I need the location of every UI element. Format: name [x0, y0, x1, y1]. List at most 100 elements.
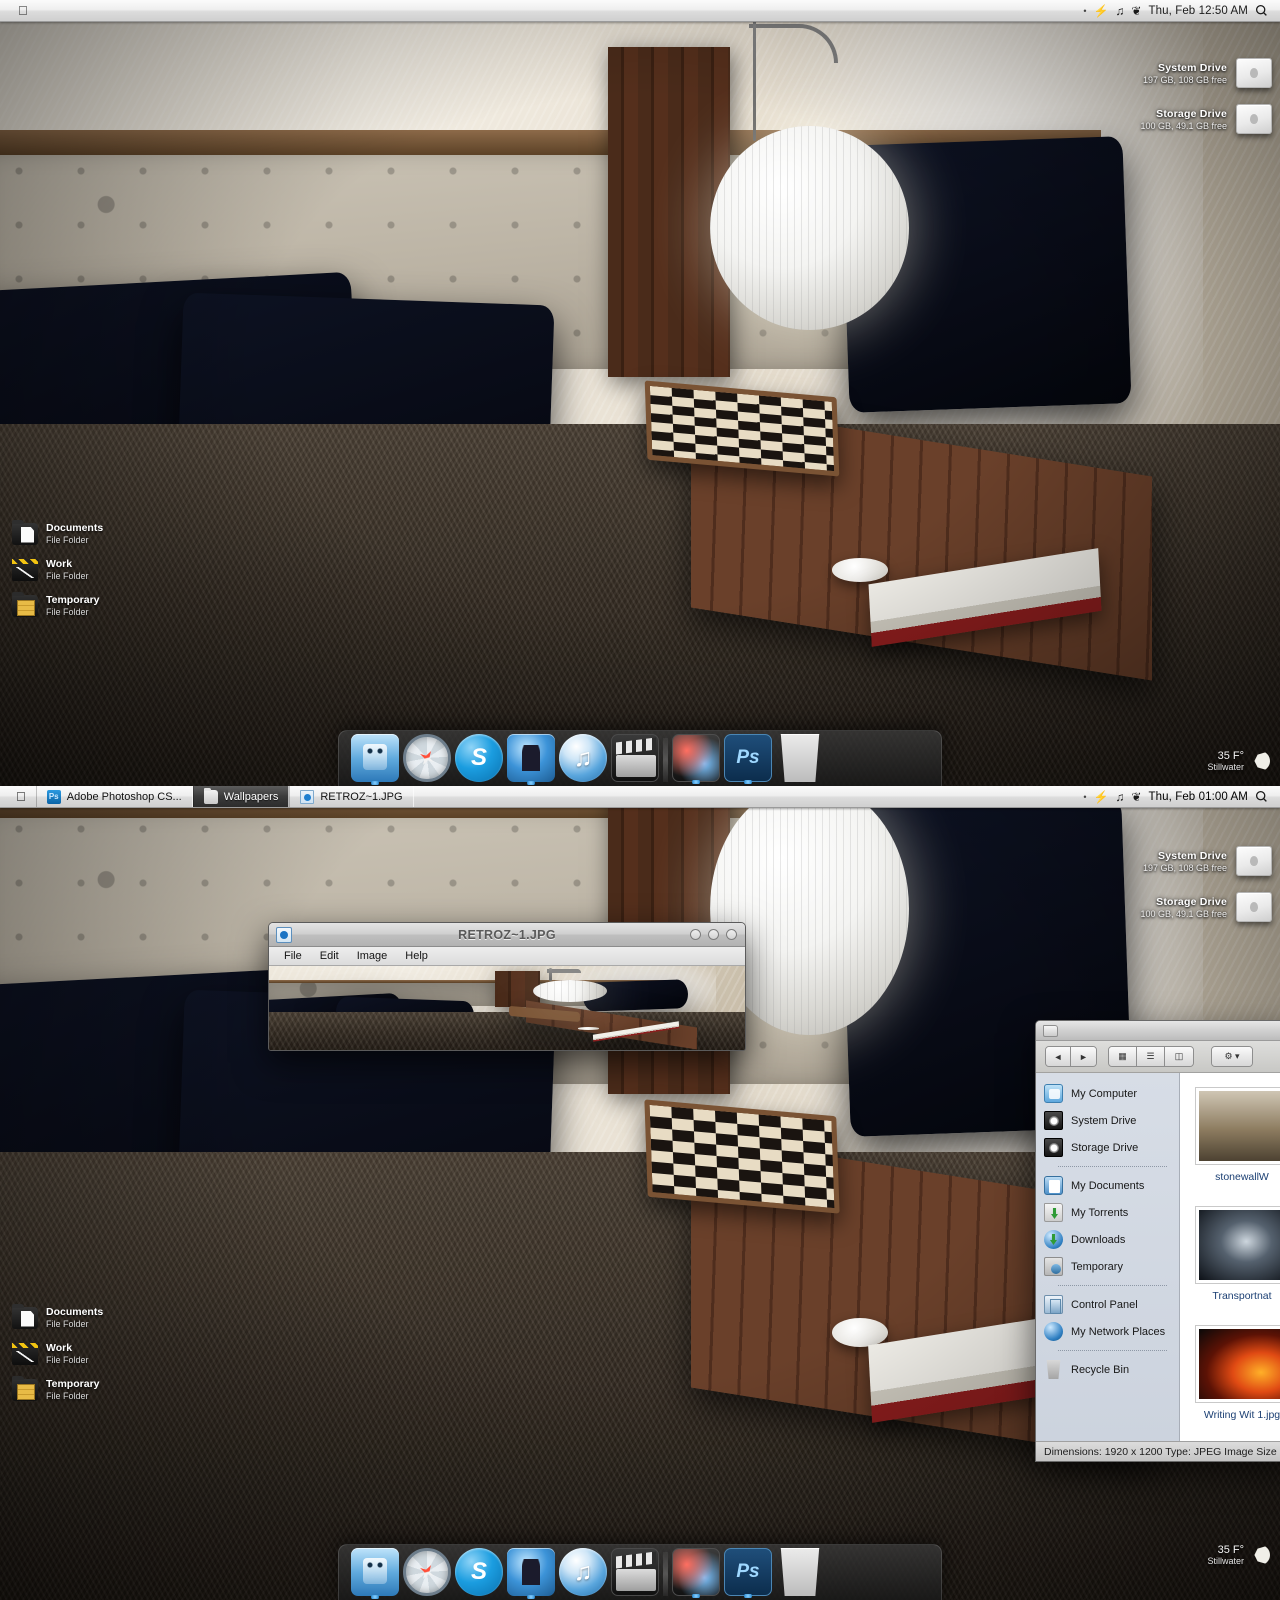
spotlight-icon[interactable]: [1255, 790, 1268, 803]
menu-help[interactable]: Help: [396, 947, 437, 966]
dock-item-image-editor[interactable]: [672, 734, 720, 784]
dock-item-quicktime[interactable]: [611, 734, 659, 782]
sidebar-item-system-drive[interactable]: System Drive: [1036, 1107, 1179, 1134]
drive-storage[interactable]: Storage Drive 100 GB, 49.1 GB free: [1140, 104, 1272, 134]
drive-storage[interactable]: Storage Drive 100 GB, 49.1 GB free: [1140, 892, 1272, 922]
desktop-icon-documents-text: Documents File Folder: [46, 522, 103, 545]
maximize-button[interactable]: [708, 929, 719, 940]
desktop-icon-documents[interactable]: Documents File Folder: [12, 1303, 103, 1329]
menu-bar-clock[interactable]: Thu, Feb 12:50 AM: [1148, 5, 1248, 17]
apple-logo-icon[interactable]: : [0, 786, 36, 807]
file-item[interactable]: Writing Wit 1.jpg: [1194, 1325, 1280, 1422]
window-title-bar[interactable]: RETROZ~1.JPG: [269, 923, 745, 947]
sidebar-item-my-computer[interactable]: My Computer: [1036, 1080, 1179, 1107]
list-view-button[interactable]: ☰: [1137, 1047, 1165, 1066]
file-explorer-window[interactable]: ◄ ► ▦ ☰ ◫ ⚙ ▾ My Computer System Drive S…: [1035, 1020, 1280, 1462]
file-name: stonewallW: [1215, 1171, 1269, 1183]
bolt-icon[interactable]: ⚡: [1093, 791, 1108, 803]
dock[interactable]: [338, 730, 942, 786]
sidebar-separator: [1058, 1166, 1167, 1167]
dock-item-itunes[interactable]: [559, 1548, 607, 1596]
apple-logo-icon[interactable]: : [18, 4, 28, 17]
explorer-title-bar[interactable]: [1036, 1021, 1280, 1041]
forward-button[interactable]: ►: [1071, 1047, 1096, 1066]
sidebar-item-label: System Drive: [1071, 1114, 1137, 1127]
status-dot-icon[interactable]: •: [1083, 6, 1086, 16]
dock-item-address-book[interactable]: [507, 734, 555, 785]
window-menu-bar[interactable]: File Edit Image Help: [269, 947, 745, 966]
dock-item-itunes[interactable]: [559, 734, 607, 782]
taskbar-item-photoshop[interactable]: Ps Adobe Photoshop CS...: [35, 786, 193, 807]
bolt-icon[interactable]: ⚡: [1093, 5, 1108, 17]
menu-file[interactable]: File: [275, 947, 311, 966]
dock[interactable]: [338, 1544, 942, 1600]
file-item[interactable]: Transportnat: [1194, 1206, 1280, 1303]
sidebar-item-control-panel[interactable]: Control Panel: [1036, 1291, 1179, 1318]
bug-icon[interactable]: ❦: [1131, 5, 1141, 17]
sidebar-item-temporary[interactable]: Temporary: [1036, 1253, 1179, 1280]
sidebar-item-my-documents[interactable]: My Documents: [1036, 1172, 1179, 1199]
action-dropdown-button[interactable]: ⚙ ▾: [1211, 1046, 1253, 1067]
dock-item-safari[interactable]: [403, 734, 451, 782]
dock-item-skype[interactable]: [455, 1548, 503, 1596]
weather-widget[interactable]: 35 F° Stillwater: [1207, 750, 1270, 772]
documents-icon: [1044, 1176, 1063, 1195]
drive-system[interactable]: System Drive 197 GB, 108 GB free: [1143, 846, 1272, 876]
dock-item-photoshop[interactable]: [724, 734, 772, 784]
sidebar-item-storage-drive[interactable]: Storage Drive: [1036, 1134, 1179, 1161]
dock-item-trash[interactable]: [780, 734, 820, 782]
minimize-button[interactable]: [690, 929, 701, 940]
explorer-sidebar[interactable]: My Computer System Drive Storage Drive M…: [1036, 1073, 1180, 1441]
dock-item-skype[interactable]: [455, 734, 503, 782]
desktop-icon-temporary-text: Temporary File Folder: [46, 1378, 100, 1401]
dock-item-quicktime[interactable]: [611, 1548, 659, 1596]
column-view-button[interactable]: ◫: [1165, 1047, 1193, 1066]
music-note-icon[interactable]: ♫: [1115, 791, 1124, 803]
sidebar-item-my-torrents[interactable]: My Torrents: [1036, 1199, 1179, 1226]
menu-edit[interactable]: Edit: [311, 947, 348, 966]
dock-item-photoshop[interactable]: [724, 1548, 772, 1598]
torrents-icon: [1044, 1203, 1063, 1222]
explorer-file-list[interactable]: stonewallW Transportnat Writing Wit 1.jp…: [1180, 1073, 1280, 1441]
spotlight-icon[interactable]: [1255, 4, 1268, 17]
dock-item-trash[interactable]: [780, 1548, 820, 1596]
desktop-icon-documents[interactable]: Documents File Folder: [12, 519, 103, 545]
desktop-icon-temporary[interactable]: Temporary File Folder: [12, 591, 100, 617]
dock-item-image-editor[interactable]: [672, 1548, 720, 1598]
drive-system-name: System Drive: [1158, 61, 1227, 74]
dock-item-finder[interactable]: [351, 1548, 399, 1599]
music-note-icon[interactable]: ♫: [1115, 5, 1124, 17]
menu-bar[interactable]:  • ⚡ ♫ ❦ Thu, Feb 12:50 AM: [0, 0, 1280, 22]
explorer-toolbar[interactable]: ◄ ► ▦ ☰ ◫ ⚙ ▾: [1036, 1041, 1280, 1073]
image-canvas[interactable]: [269, 966, 745, 1050]
back-button[interactable]: ◄: [1046, 1047, 1071, 1066]
sidebar-item-downloads[interactable]: Downloads: [1036, 1226, 1179, 1253]
desktop-icon-temporary[interactable]: Temporary File Folder: [12, 1375, 100, 1401]
taskbar-item-wallpapers[interactable]: Wallpapers: [192, 786, 290, 807]
weather-widget[interactable]: 35 F° Stillwater: [1207, 1544, 1270, 1566]
icon-view-button[interactable]: ▦: [1109, 1047, 1137, 1066]
desktop-icon-work[interactable]: Work File Folder: [12, 1342, 89, 1365]
sidebar-item-recycle-bin[interactable]: Recycle Bin: [1036, 1356, 1179, 1383]
drive-system[interactable]: System Drive 197 GB, 108 GB free: [1143, 58, 1272, 88]
close-button[interactable]: [726, 929, 737, 940]
window-taskbar[interactable]:  Ps Adobe Photoshop CS... Wallpapers RE…: [0, 786, 1280, 808]
file-item[interactable]: stonewallW: [1194, 1087, 1280, 1184]
taskbar-item-retroz[interactable]: RETROZ~1.JPG: [289, 786, 414, 807]
view-mode-buttons[interactable]: ▦ ☰ ◫: [1108, 1046, 1194, 1067]
sidebar-item-label: My Torrents: [1071, 1206, 1129, 1219]
dock-item-address-book[interactable]: [507, 1548, 555, 1599]
sidebar-item-my-network-places[interactable]: My Network Places: [1036, 1318, 1179, 1345]
dock-item-finder[interactable]: [351, 734, 399, 785]
desktop-icon-work-text: Work File Folder: [46, 558, 89, 581]
image-viewer-window[interactable]: RETROZ~1.JPG File Edit Image Help: [268, 922, 746, 1051]
status-dot-icon[interactable]: •: [1083, 792, 1086, 802]
bug-icon[interactable]: ❦: [1131, 791, 1141, 803]
taskbar-clock[interactable]: Thu, Feb 01:00 AM: [1148, 791, 1248, 803]
navigation-buttons[interactable]: ◄ ►: [1045, 1046, 1097, 1067]
window-controls[interactable]: [690, 929, 737, 940]
action-icon[interactable]: ⚙ ▾: [1212, 1047, 1252, 1066]
dock-item-safari[interactable]: [403, 1548, 451, 1596]
menu-image[interactable]: Image: [348, 947, 397, 966]
desktop-icon-work[interactable]: Work File Folder: [12, 558, 89, 581]
